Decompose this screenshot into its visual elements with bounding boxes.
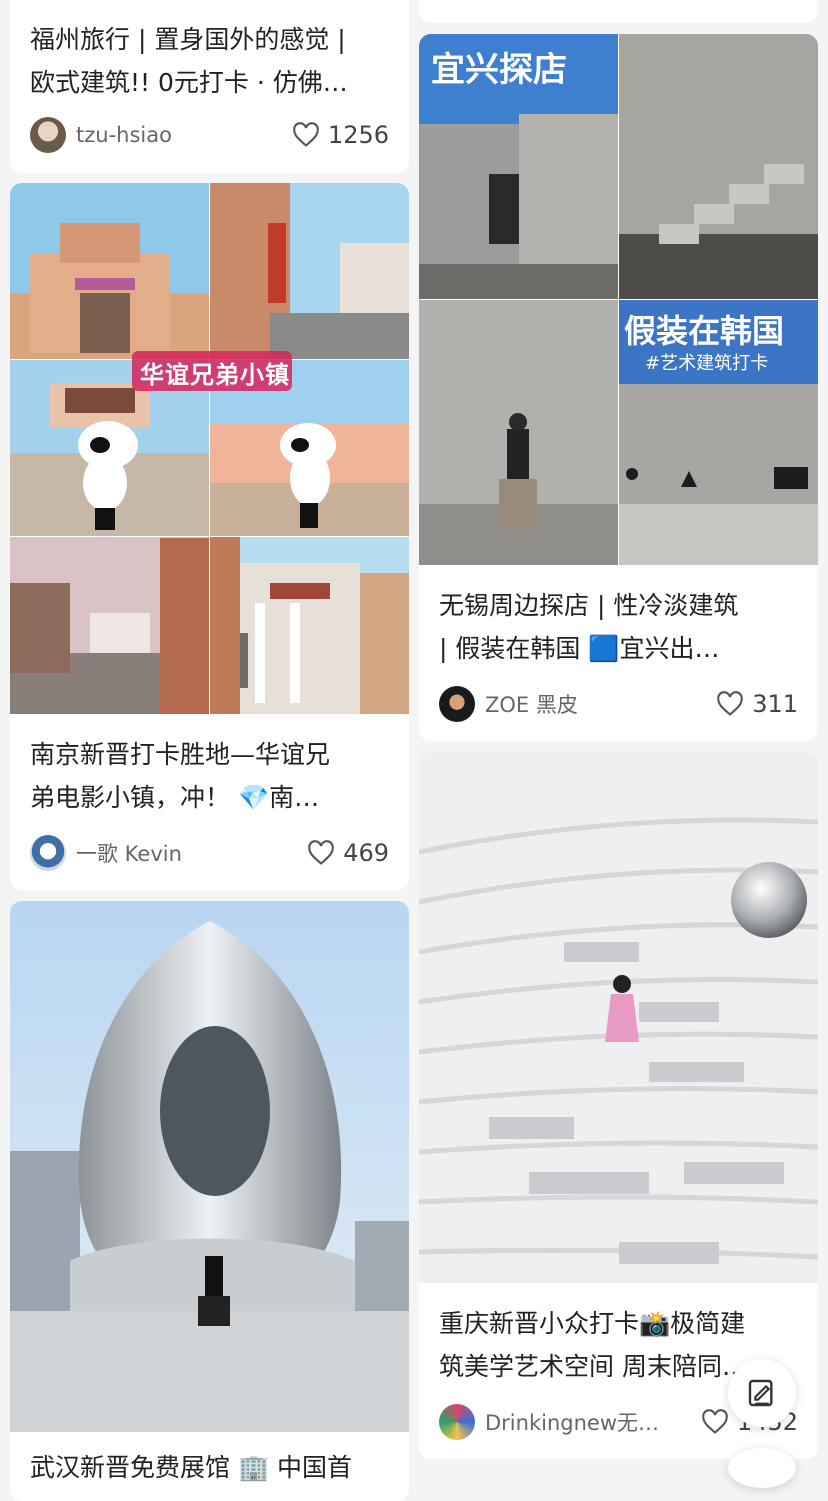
author-name[interactable]: tzu-hsiao (76, 123, 172, 147)
author-name[interactable]: 一歌 Kevin (76, 838, 182, 868)
heart-outline-icon (717, 691, 743, 716)
note-meta: tzu-hsiao 1256 (30, 115, 389, 155)
note-card-chongqing[interactable]: 重庆新晋小众打卡📸极简建 筑美学艺术空间 周末陪同… Drinkingnew无…… (419, 752, 818, 1459)
note-card-wuhan[interactable]: 武汉新晋免费展馆 🏢 中国首 (10, 901, 409, 1501)
heart-outline-icon (308, 840, 334, 865)
author-avatar[interactable] (439, 686, 475, 722)
like-count: 311 (752, 690, 798, 718)
heart-outline-icon (702, 1409, 728, 1434)
note-cover-image: 华谊兄弟小镇 (10, 183, 409, 714)
cover-photo (419, 752, 818, 1283)
note-cover-image (419, 752, 818, 1283)
note-card-huayi[interactable]: 华谊兄弟小镇 南京新晋打卡胜地—华谊兄 弟电影小镇，冲！ 💎南… 一歌 Kevi… (10, 183, 409, 890)
heart-outline-icon (293, 122, 319, 147)
like-button[interactable]: 469 (307, 839, 389, 867)
note-card-fuzhou[interactable]: 福州旅行 | 置身国外的感觉 | 欧式建筑!! 0元打卡 · 仿佛… tzu-h… (10, 0, 409, 173)
cover-collage (419, 34, 818, 565)
note-title: 南京新晋打卡胜地—华谊兄 弟电影小镇，冲！ 💎南… (30, 740, 331, 812)
note-title: 武汉新晋免费展馆 🏢 中国首 (30, 1453, 353, 1482)
scroll-top-button[interactable] (728, 1448, 796, 1488)
compose-note-icon (748, 1379, 773, 1407)
author-avatar[interactable] (30, 117, 66, 153)
note-cover-image: 宜兴探店 假装在韩国 #艺术建筑打卡 (419, 34, 818, 565)
cover-overlay-text-top: 宜兴探店 (431, 50, 567, 90)
note-meta: 一歌 Kevin 469 (30, 833, 389, 873)
author-avatar[interactable] (30, 835, 66, 871)
like-count: 469 (343, 839, 389, 867)
author-name[interactable]: ZOE 黑皮 (485, 689, 578, 719)
compose-button[interactable] (728, 1359, 796, 1427)
note-meta: ZOE 黑皮 311 (439, 684, 798, 724)
note-card-previous[interactable] (419, 0, 818, 23)
like-button[interactable]: 1256 (292, 121, 389, 149)
like-count: 1256 (327, 121, 389, 149)
cover-collage (10, 183, 409, 714)
author-name[interactable]: Drinkingnew无… (485, 1407, 659, 1437)
cover-overlay-subtext: #艺术建筑打卡 (645, 353, 769, 374)
cover-photo (10, 901, 409, 1432)
author-avatar[interactable] (439, 1404, 475, 1440)
like-button[interactable]: 311 (716, 690, 798, 718)
note-title: 福州旅行 | 置身国外的感觉 | 欧式建筑!! 0元打卡 · 仿佛… (30, 25, 348, 97)
note-card-yixing[interactable]: 宜兴探店 假装在韩国 #艺术建筑打卡 无锡周边探店 | 性冷淡建筑 | 假装在韩… (419, 34, 818, 741)
note-cover-image (10, 901, 409, 1432)
cover-overlay-text-mid: 假装在韩国 (624, 312, 785, 350)
note-title: 无锡周边探店 | 性冷淡建筑 | 假装在韩国 🟦宜兴出… (439, 591, 739, 663)
cover-overlay-text: 华谊兄弟小镇 (140, 361, 290, 389)
